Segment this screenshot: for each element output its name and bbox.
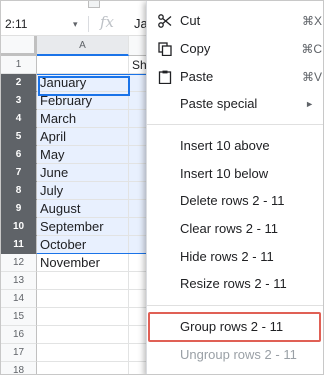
menu-item-label: Delete rows 2 - 11 — [180, 193, 285, 208]
scissors-icon — [158, 14, 172, 28]
row-header[interactable]: 3 — [1, 92, 37, 110]
divider — [88, 16, 89, 32]
chevron-down-icon[interactable]: ▾ — [73, 14, 78, 34]
shortcut-text: ⌘X — [301, 14, 322, 28]
menu-item-label: Group rows 2 - 11 — [180, 319, 284, 334]
row-header[interactable]: 9 — [1, 200, 37, 218]
menu-item-paste[interactable]: Paste ⌘V — [147, 63, 323, 91]
menu-item-label: Hide rows 2 - 11 — [180, 249, 274, 264]
row-header[interactable]: 4 — [1, 110, 37, 128]
menu-item-label: Insert 10 above — [180, 138, 270, 153]
row-header[interactable]: 7 — [1, 164, 37, 182]
cell-a[interactable]: April — [37, 128, 129, 146]
menu-item-paste-special[interactable]: Paste special ► — [147, 90, 323, 118]
menu-divider — [147, 305, 323, 306]
row-header[interactable]: 14 — [1, 290, 37, 308]
menu-item-label: Paste — [180, 69, 214, 84]
cell-a[interactable] — [37, 308, 129, 326]
cell-a[interactable]: July — [37, 182, 129, 200]
menu-item-label: Ungroup rows 2 - 11 — [180, 347, 297, 362]
cell-a[interactable] — [37, 56, 129, 74]
menu-item-hide-rows[interactable]: Hide rows 2 - 11 — [147, 243, 323, 271]
row-header[interactable]: 16 — [1, 326, 37, 344]
menu-item-label: Cut — [180, 13, 201, 28]
cell-a[interactable]: May — [37, 146, 129, 164]
menu-item-label: Copy — [180, 41, 211, 56]
menu-item-copy[interactable]: Copy ⌘C — [147, 35, 323, 63]
shortcut-text: ⌘V — [301, 70, 322, 84]
spreadsheet-window: 2:11 ▾ fx Ja A 1 Sh 2 January 3 February 4 Marc… — [0, 0, 324, 375]
cell-a[interactable]: August — [37, 200, 129, 218]
select-all-corner[interactable] — [1, 36, 37, 56]
row-header[interactable]: 12 — [1, 254, 37, 272]
row-header[interactable]: 8 — [1, 182, 37, 200]
copy-icon — [158, 42, 172, 56]
menu-item-clear-rows[interactable]: Clear rows 2 - 11 — [147, 215, 323, 243]
row-header[interactable]: 15 — [1, 308, 37, 326]
row-header[interactable]: 11 — [1, 236, 37, 254]
menu-item-delete-rows[interactable]: Delete rows 2 - 11 — [147, 187, 323, 215]
cell-a[interactable]: September — [37, 218, 129, 236]
row-header[interactable]: 13 — [1, 272, 37, 290]
chevron-right-icon: ► — [305, 99, 314, 109]
cell-a[interactable]: October — [37, 236, 129, 254]
cell-a[interactable] — [37, 326, 129, 344]
menu-item-label: Clear rows 2 - 11 — [180, 221, 279, 236]
row-header[interactable]: 10 — [1, 218, 37, 236]
menu-item-insert-above[interactable]: Insert 10 above — [147, 132, 323, 160]
menu-item-resize-rows[interactable]: Resize rows 2 - 11 — [147, 270, 323, 298]
menu-item-group-rows[interactable]: Group rows 2 - 11 — [147, 313, 323, 341]
toolbar-fragment — [88, 1, 100, 8]
context-menu: Cut ⌘X Copy ⌘C Paste ⌘V Paste special ► … — [146, 1, 323, 374]
row-header[interactable]: 1 — [1, 56, 37, 74]
shortcut-text: ⌘C — [301, 42, 322, 56]
name-box-value: 2:11 — [5, 17, 28, 31]
menu-item-insert-below[interactable]: Insert 10 below — [147, 160, 323, 188]
cell-a[interactable]: November — [37, 254, 129, 272]
cell-a[interactable] — [37, 362, 129, 374]
row-header[interactable]: 2 — [1, 74, 37, 92]
cell-a[interactable]: June — [37, 164, 129, 182]
column-header-a[interactable]: A — [37, 36, 129, 56]
cell-a[interactable] — [37, 272, 129, 290]
cell-a[interactable]: February — [37, 92, 129, 110]
cell-a[interactable] — [37, 344, 129, 362]
cell-a[interactable]: March — [37, 110, 129, 128]
clipboard-icon — [158, 70, 172, 84]
row-header[interactable]: 5 — [1, 128, 37, 146]
row-header[interactable]: 6 — [1, 146, 37, 164]
row-header[interactable]: 17 — [1, 344, 37, 362]
menu-item-label: Insert 10 below — [180, 166, 269, 181]
cell-a[interactable] — [37, 290, 129, 308]
menu-item-ungroup-rows[interactable]: Ungroup rows 2 - 11 — [147, 341, 323, 369]
name-box[interactable]: 2:11 ▾ — [1, 14, 79, 34]
menu-item-label: Resize rows 2 - 11 — [180, 276, 287, 291]
cell-a[interactable]: January — [37, 74, 129, 92]
menu-item-cut[interactable]: Cut ⌘X — [147, 7, 323, 35]
menu-item-label: Paste special — [180, 96, 258, 111]
menu-divider — [147, 124, 323, 125]
fx-icon: fx — [100, 13, 115, 31]
row-header[interactable]: 18 — [1, 362, 37, 374]
